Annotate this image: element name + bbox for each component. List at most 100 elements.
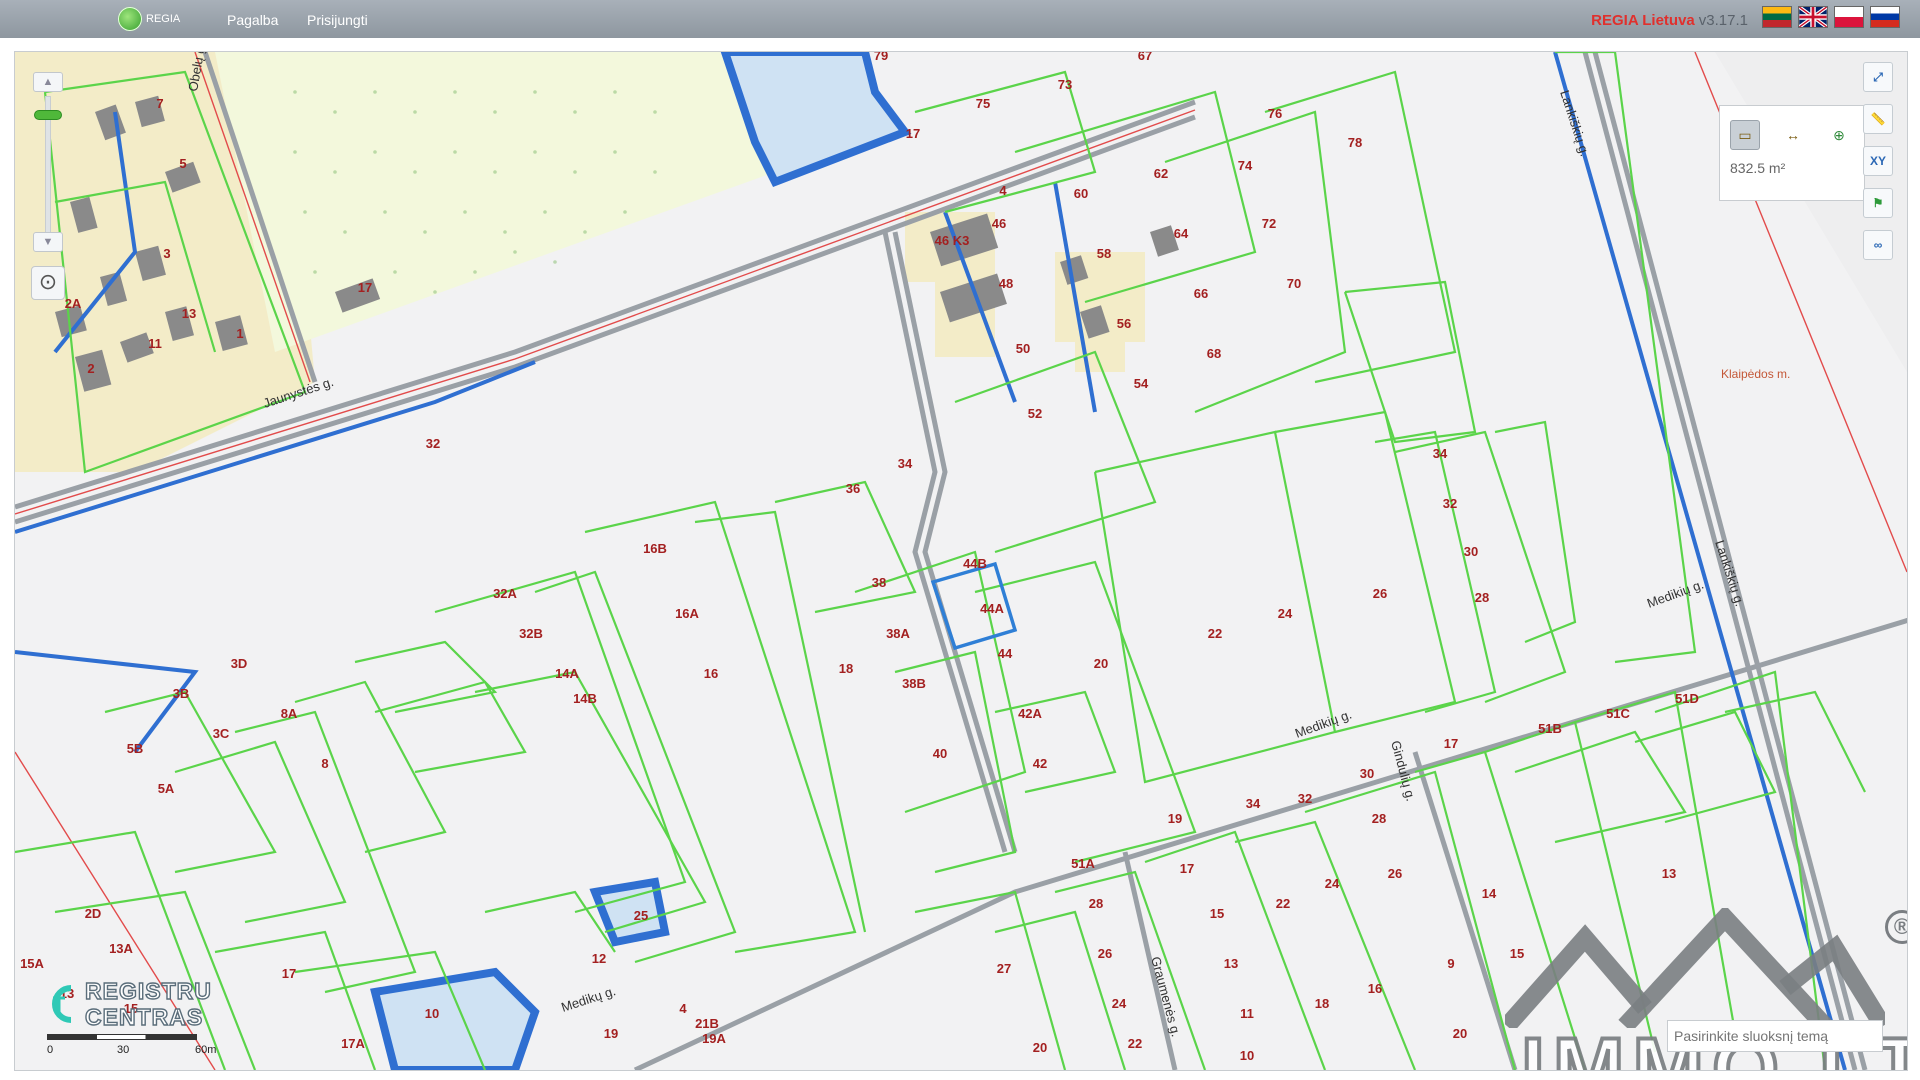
parcel-label: 28 xyxy=(1089,896,1103,911)
nav-login[interactable]: Prisijungti xyxy=(307,12,368,28)
parcel-label: 42 xyxy=(1033,756,1047,771)
parcel-label: 70 xyxy=(1287,276,1301,291)
parcel-label: 51B xyxy=(1538,721,1562,736)
parcel-label: 17 xyxy=(1444,736,1458,751)
parcel-label: 42A xyxy=(1018,706,1042,721)
scale-tick-0: 0 xyxy=(47,1044,54,1056)
parcel-label: 60 xyxy=(1074,186,1088,201)
parcel-label: 26 xyxy=(1388,866,1402,881)
zoom-slider-handle[interactable] xyxy=(34,110,62,120)
locate-me-icon[interactable]: ⊙ xyxy=(31,266,65,300)
parcel-label: 16 xyxy=(1368,981,1382,996)
registru-text: REGISTRU xyxy=(84,977,212,1004)
parcel-label: 32A xyxy=(493,586,517,601)
parcel-label: 26 xyxy=(1098,946,1112,961)
parcel-label: 10 xyxy=(1240,1048,1254,1063)
parcel-label: 8A xyxy=(281,706,298,721)
parcel-label: 34 xyxy=(898,456,913,471)
parcel-label: 14B xyxy=(573,691,597,706)
layer-search-input[interactable] xyxy=(1667,1020,1883,1052)
parcel-label: 14 xyxy=(1482,886,1497,901)
area-measure-icon[interactable]: ▭ xyxy=(1730,120,1760,150)
parcel-label: 32B xyxy=(519,626,543,641)
right-toolbar: ⤢ 📏 XY ⚑ ∞ xyxy=(1863,62,1897,272)
flag-lt-icon[interactable] xyxy=(1762,6,1792,28)
flag-en-icon[interactable] xyxy=(1798,6,1828,28)
parcel-label: 2 xyxy=(87,361,94,376)
parcel-label: 22 xyxy=(1128,1036,1142,1051)
parcel-label: 2D xyxy=(85,906,102,921)
parcel-label: 17 xyxy=(906,126,920,141)
map-view[interactable]: 79 67 75 73 17 76 78 74 62 60 4 46 46 K3… xyxy=(14,51,1908,1071)
parcel-label: 66 xyxy=(1194,286,1208,301)
parcel-label: 51C xyxy=(1606,706,1630,721)
parcel-label: 67 xyxy=(1138,52,1152,63)
coordinates-xy-icon[interactable]: XY xyxy=(1863,146,1893,176)
green-area xyxy=(215,52,775,352)
parcel-label: 32 xyxy=(1298,791,1312,806)
parcel-label: 24 xyxy=(1112,996,1127,1011)
top-bar: REGIA Pagalba Prisijungti REGIA Lietuva v… xyxy=(0,0,1920,38)
brand-title: REGIA Lietuva v3.17.1 xyxy=(1591,12,1748,29)
parcel-label: 78 xyxy=(1348,135,1362,150)
parcel-label: 20 xyxy=(1094,656,1108,671)
parcel-label: 26 xyxy=(1373,586,1387,601)
measure-tool-icon[interactable]: 📏 xyxy=(1863,104,1893,134)
regia-logo[interactable]: REGIA xyxy=(118,6,180,32)
parcel-label: 28 xyxy=(1475,590,1489,605)
parcel-label: 13 xyxy=(1662,866,1676,881)
parcel-label: 72 xyxy=(1262,216,1276,231)
parcel-label: 15 xyxy=(1210,906,1224,921)
parcel-label: 44B xyxy=(963,556,987,571)
parcel-label: 1 xyxy=(236,326,243,341)
parcel-label: 44 xyxy=(998,646,1013,661)
zoom-out-button[interactable]: ▼ xyxy=(33,232,63,252)
parcel-label: 50 xyxy=(1016,341,1030,356)
parcel-label: 13 xyxy=(182,306,196,321)
parcel-label: 34 xyxy=(1246,796,1261,811)
parcel-label: 38 xyxy=(872,575,886,590)
parcel-label: 16 xyxy=(704,666,718,681)
scale-tick-60: 60m xyxy=(195,1044,217,1056)
parcel-label: 79 xyxy=(874,52,888,63)
parcel-label: 73 xyxy=(1058,77,1072,92)
parcel-label: 24 xyxy=(1278,606,1293,621)
parcel-label: 56 xyxy=(1117,316,1131,331)
parcel-label: 5A xyxy=(158,781,175,796)
measure-panel: ▭ ↔ ⊕ 832.5 m² xyxy=(1719,105,1865,201)
parcel-label: 13A xyxy=(109,941,133,956)
flag-pl-icon[interactable] xyxy=(1834,6,1864,28)
parcel-label: 14A xyxy=(555,666,579,681)
parcel-label: 17 xyxy=(1180,861,1194,876)
flag-marker-icon[interactable]: ⚑ xyxy=(1863,188,1893,218)
parcel-label: 58 xyxy=(1097,246,1111,261)
parcel-label: 34 xyxy=(1433,446,1448,461)
distance-measure-icon[interactable]: ↔ xyxy=(1778,120,1808,150)
parcel-label: 5B xyxy=(127,741,144,756)
parcel-label: 38A xyxy=(886,626,910,641)
registru-centras-logo: REGISTRU CENTRAS xyxy=(45,976,212,1032)
parcel-label: 20 xyxy=(1453,1026,1467,1041)
flag-ru-icon[interactable] xyxy=(1870,6,1900,28)
parcel-label: 44A xyxy=(980,601,1004,616)
street-label: Medikų g. xyxy=(559,983,617,1015)
link-icon[interactable]: ∞ xyxy=(1863,230,1893,260)
parcel-label: 51A xyxy=(1071,856,1095,871)
parcel-label: 4 xyxy=(679,1001,687,1016)
parcel-label: 8 xyxy=(321,756,328,771)
parcel-label: 22 xyxy=(1208,626,1222,641)
parcel-label: 12 xyxy=(592,951,606,966)
fullscreen-icon[interactable]: ⤢ xyxy=(1863,62,1893,92)
zoom-in-button[interactable]: ▲ xyxy=(33,72,63,92)
point-measure-icon[interactable]: ⊕ xyxy=(1824,120,1854,150)
immo-roof-icon xyxy=(1505,908,1885,1028)
parcel-label: 18 xyxy=(1315,996,1329,1011)
parcel-label: 19A xyxy=(702,1031,726,1046)
street-label: Medikių g. xyxy=(1645,576,1706,610)
parcel-label: 62 xyxy=(1154,166,1168,181)
parcel-label: 64 xyxy=(1174,226,1189,241)
regia-logo-icon xyxy=(118,7,142,31)
nav-help[interactable]: Pagalba xyxy=(227,12,278,28)
parcel-label: 16A xyxy=(675,606,699,621)
parcel-label: 36 xyxy=(846,481,860,496)
